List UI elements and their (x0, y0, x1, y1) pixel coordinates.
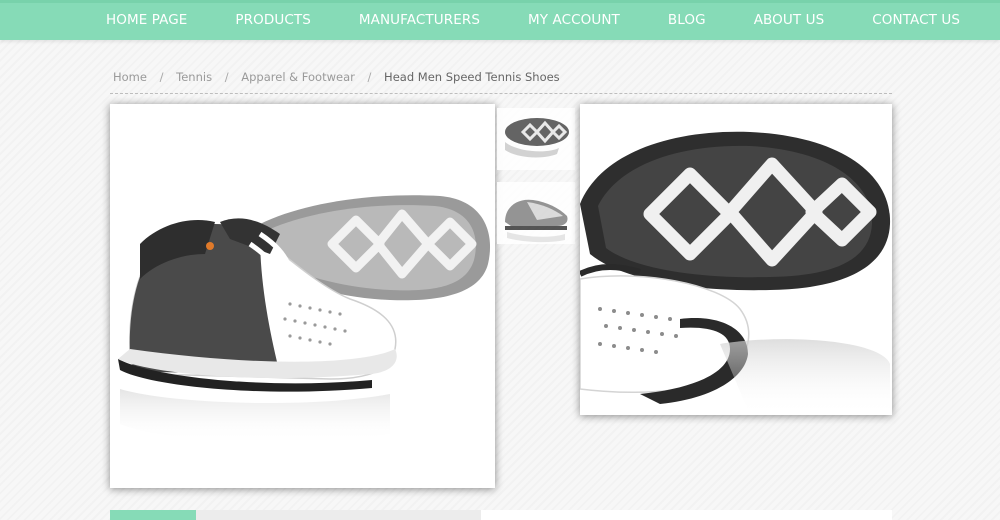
breadcrumb-separator: / (159, 70, 164, 84)
breadcrumb-current: Head Men Speed Tennis Shoes (384, 70, 560, 84)
breadcrumb-separator: / (224, 70, 229, 84)
breadcrumb-tennis[interactable]: Tennis (176, 70, 212, 84)
breadcrumb-separator: / (367, 70, 372, 84)
tab-area (481, 510, 892, 520)
tab-active[interactable] (110, 510, 196, 520)
product-thumbnails (497, 108, 577, 256)
product-main-image[interactable] (110, 104, 495, 488)
nav-my-account[interactable]: MY ACCOUNT (504, 3, 644, 40)
product-tabs-bar (110, 510, 892, 520)
nav-about-us[interactable]: ABOUT US (730, 3, 849, 40)
shoe-side-thumbnail[interactable] (497, 182, 575, 244)
nav-home-page[interactable]: HOME PAGE (82, 3, 211, 40)
nav-blog[interactable]: BLOG (644, 3, 730, 40)
breadcrumb: Home / Tennis / Apparel & Footwear / Hea… (110, 70, 892, 94)
breadcrumb-home[interactable]: Home (113, 70, 147, 84)
nav-products[interactable]: PRODUCTS (211, 3, 334, 40)
shoe-sole-thumbnail-image (505, 118, 569, 158)
product-zoom-image (580, 104, 892, 415)
shoe-sole-zoom-image (580, 131, 891, 415)
nav-manufacturers[interactable]: MANUFACTURERS (335, 3, 504, 40)
nav-contact-us[interactable]: CONTACT US (848, 3, 984, 40)
breadcrumb-apparel-footwear[interactable]: Apparel & Footwear (241, 70, 355, 84)
shoe-side-thumbnail-image (505, 199, 568, 243)
shoe-sole-thumbnail[interactable] (497, 108, 575, 170)
top-navigation: HOME PAGE PRODUCTS MANUFACTURERS MY ACCO… (0, 0, 1000, 40)
tennis-shoe-pair-image (118, 195, 491, 443)
